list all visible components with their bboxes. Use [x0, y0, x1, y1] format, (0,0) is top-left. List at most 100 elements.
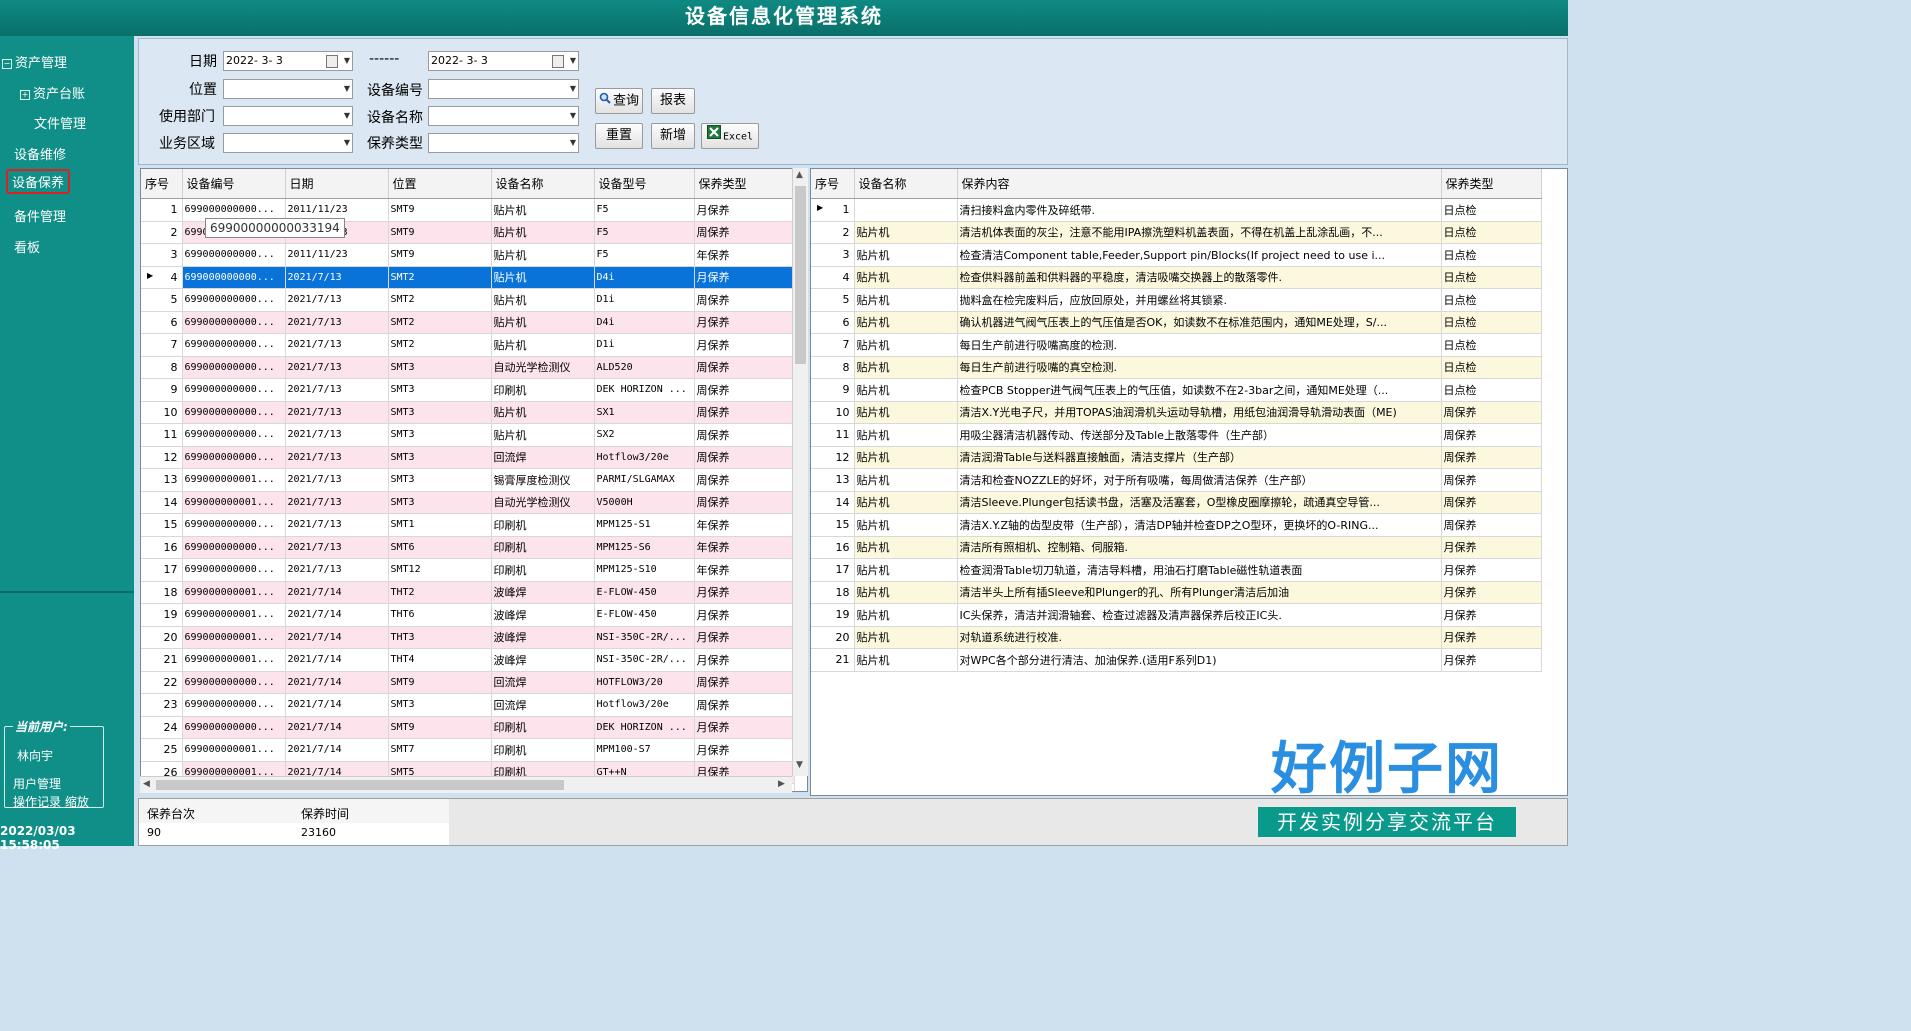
table-cell[interactable]: 周保养 [694, 468, 795, 492]
table-cell[interactable]: 月保养 [1441, 536, 1542, 559]
row-number-cell[interactable]: 6 [141, 311, 183, 334]
chevron-down-icon[interactable]: ▼ [570, 52, 576, 70]
report-button[interactable]: 报表 [651, 88, 695, 114]
table-cell[interactable]: 贴片机 [491, 401, 595, 424]
sidebar-item-file-mgmt[interactable]: 文件管理 [34, 113, 86, 132]
row-number-cell[interactable]: 17 [141, 558, 183, 582]
table-row[interactable]: ▶ 1 贴片机 清扫接料盒内零件及碎纸带. 日点检 [811, 198, 1542, 222]
row-number-cell[interactable]: 14 [811, 491, 855, 514]
date-from-picker[interactable]: 2022- 3- 3 ▼ [223, 51, 353, 71]
table-row[interactable]: 8 贴片机 每日生产前进行吸嘴的真空检测. 日点检 [811, 356, 1542, 379]
sidebar-item-equip-repair[interactable]: 设备维修 [14, 144, 66, 163]
row-number-cell[interactable]: 17 [811, 558, 855, 582]
table-cell[interactable]: 2021/7/13 [285, 311, 389, 334]
table-cell[interactable]: 699000000001... [182, 648, 286, 672]
column-header[interactable]: 设备名称 [491, 169, 595, 199]
table-row[interactable]: 15 贴片机 清洁X.Y.Z轴的齿型皮带（生产部），清洁DP轴并检查DP之O型环，更… [811, 513, 1542, 537]
table-cell[interactable]: THT4 [388, 648, 492, 672]
table-cell[interactable]: 用吸尘器清洁机器传动、传送部分及Table上散落零件（生产部） [957, 423, 1442, 447]
row-number-cell[interactable]: 8 [141, 356, 183, 379]
table-cell[interactable]: 月保养 [694, 311, 795, 334]
row-number-cell[interactable]: 7 [141, 333, 183, 357]
row-number-cell[interactable]: 24 [141, 716, 183, 739]
table-cell[interactable]: 波峰焊 [491, 581, 595, 604]
table-cell[interactable]: 贴片机 [854, 198, 958, 222]
table-cell[interactable]: 2021/7/13 [285, 446, 389, 469]
table-cell[interactable]: 周保养 [694, 671, 795, 694]
row-number-cell[interactable]: 16 [141, 536, 183, 559]
table-cell[interactable]: 699000000000... [182, 423, 286, 447]
table-cell[interactable]: 周保养 [1441, 513, 1542, 537]
row-number-cell[interactable]: 4 [811, 266, 855, 289]
table-cell[interactable]: 年保养 [694, 513, 795, 537]
table-cell[interactable]: SMT3 [388, 401, 492, 424]
table-cell[interactable]: 699000000001... [182, 468, 286, 492]
table-cell[interactable]: 2021/7/14 [285, 671, 389, 694]
row-number-cell[interactable]: 13 [811, 468, 855, 492]
table-cell[interactable]: 699000000001... [182, 491, 286, 514]
row-number-cell[interactable]: 19 [811, 603, 855, 627]
table-cell[interactable]: 每日生产前进行吸嘴高度的检测. [957, 333, 1442, 357]
column-header[interactable]: 设备型号 [594, 169, 695, 199]
table-cell[interactable]: MPM125-S6 [594, 536, 695, 559]
table-row[interactable]: 14 699000000001... 2021/7/13 SMT3 自动光学检测仪 V50… [141, 491, 795, 514]
table-cell[interactable]: 贴片机 [854, 311, 958, 334]
scroll-right-icon[interactable]: ▶ [778, 779, 785, 789]
table-cell[interactable]: 2011/11/23 [285, 243, 389, 267]
row-number-cell[interactable]: 18 [811, 581, 855, 604]
table-cell[interactable]: 贴片机 [854, 288, 958, 312]
table-cell[interactable]: SMT3 [388, 423, 492, 447]
table-cell[interactable]: 周保养 [1441, 423, 1542, 447]
table-cell[interactable]: 贴片机 [491, 288, 595, 312]
scroll-down-icon[interactable]: ▼ [796, 760, 803, 770]
table-row[interactable]: 13 贴片机 清洁和检查NOZZLE的好坏，对于所有吸嘴，每周做清洁保养（生产部）周… [811, 468, 1542, 492]
table-row[interactable]: 20 699000000001... 2021/7/14 THT3 波峰焊 NSI-350… [141, 626, 795, 649]
table-row[interactable]: 11 贴片机 用吸尘器清洁机器传动、传送部分及Table上散落零件（生产部） 周保养 [811, 423, 1542, 447]
collapse-icon[interactable]: − [2, 58, 12, 69]
table-cell[interactable]: 2021/7/14 [285, 603, 389, 627]
table-cell[interactable]: 699000000000... [182, 558, 286, 582]
table-cell[interactable]: 贴片机 [854, 333, 958, 357]
table-cell[interactable]: 699000000001... [182, 626, 286, 649]
column-header[interactable]: 序号 [811, 169, 855, 199]
table-row[interactable]: 13 699000000001... 2021/7/13 SMT3 锡膏厚度检测仪 PAR… [141, 468, 795, 492]
table-cell[interactable]: 周保养 [694, 693, 795, 717]
table-cell[interactable]: 贴片机 [854, 626, 958, 649]
table-cell[interactable]: 日点检 [1441, 378, 1542, 402]
table-cell[interactable]: 周保养 [1441, 468, 1542, 492]
horizontal-scrollbar[interactable]: ◀ ▶ [140, 776, 792, 793]
table-cell[interactable]: SMT3 [388, 468, 492, 492]
table-cell[interactable]: 2021/7/13 [285, 468, 389, 492]
table-cell[interactable]: 贴片机 [854, 221, 958, 244]
table-cell[interactable]: 周保养 [1441, 401, 1542, 424]
row-number-cell[interactable]: 21 [141, 648, 183, 672]
table-cell[interactable]: 日点检 [1441, 311, 1542, 334]
row-number-cell[interactable]: 21 [811, 648, 855, 672]
table-cell[interactable]: 贴片机 [854, 513, 958, 537]
row-number-cell[interactable]: 22 [141, 671, 183, 694]
table-cell[interactable]: 清洁半头上所有插Sleeve和Plunger的孔、所有Plunger清洁后加油 [957, 581, 1442, 604]
row-number-cell[interactable]: 2 [141, 221, 183, 244]
column-header[interactable]: 日期 [285, 169, 389, 199]
column-header[interactable]: 保养类型 [694, 169, 795, 199]
table-cell[interactable]: 贴片机 [491, 333, 595, 357]
row-number-cell[interactable]: 12 [141, 446, 183, 469]
row-number-cell[interactable]: 1 [141, 198, 183, 222]
zoom-link[interactable]: 缩放 [65, 795, 89, 809]
table-row[interactable]: 23 699000000000... 2021/7/14 SMT3 回流焊 Hotflow… [141, 693, 795, 717]
table-row[interactable]: 17 699000000000... 2021/7/13 SMT12 印刷机 MPM125… [141, 558, 795, 582]
table-cell[interactable]: 检查润滑Table切刀轨道，清洁导料槽，用油石打磨Table磁性轨道表面 [957, 558, 1442, 582]
table-cell[interactable]: Hotflow3/20e [594, 446, 695, 469]
table-cell[interactable]: 日点检 [1441, 356, 1542, 379]
column-header[interactable]: 设备编号 [182, 169, 286, 199]
table-cell[interactable]: SMT3 [388, 356, 492, 379]
table-cell[interactable]: 对WPC各个部分进行清洁、加油保养.(适用F系列D1) [957, 648, 1442, 672]
table-cell[interactable]: 印刷机 [491, 513, 595, 537]
scroll-thumb[interactable] [795, 186, 806, 364]
table-cell[interactable]: 贴片机 [854, 446, 958, 469]
row-number-cell[interactable]: 14 [141, 491, 183, 514]
equip-name-select[interactable]: ▼ [428, 106, 579, 126]
table-cell[interactable]: F5 [594, 198, 695, 222]
table-cell[interactable]: 周保养 [694, 446, 795, 469]
table-cell[interactable]: D1i [594, 288, 695, 312]
